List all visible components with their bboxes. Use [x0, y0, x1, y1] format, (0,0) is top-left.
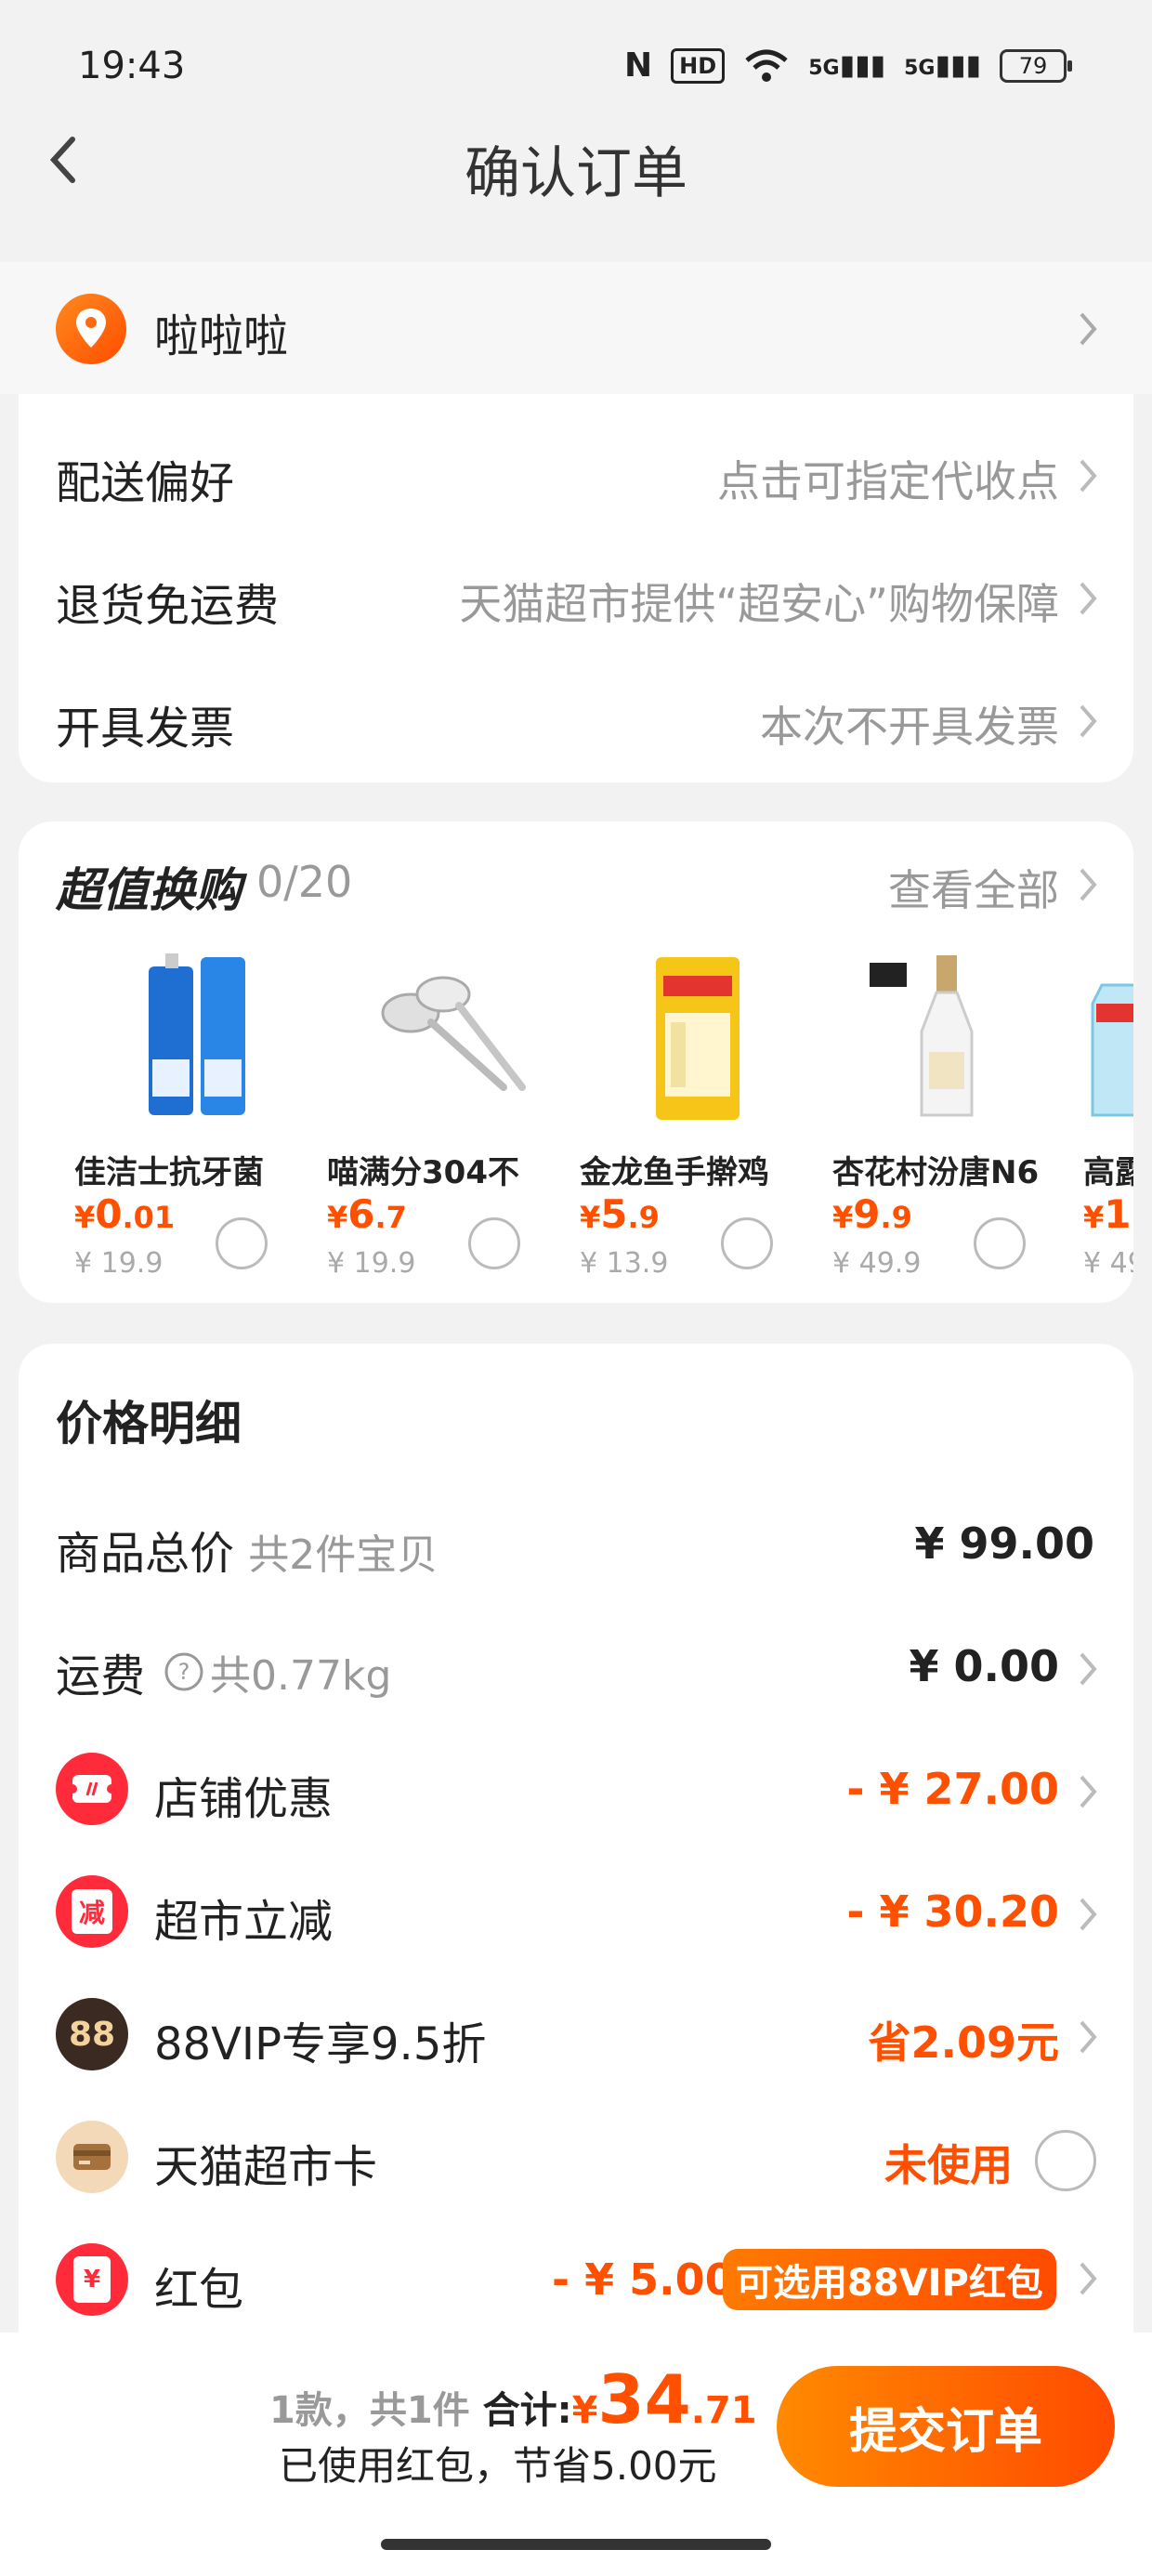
swap-product[interactable]: 佳洁士抗牙菌 ¥0.01 ¥ 19.9 [74, 940, 316, 1303]
chevron-right-icon [1080, 1898, 1097, 1931]
red-packet-icon: ¥ [56, 2243, 128, 2316]
chevron-right-icon [1080, 1775, 1097, 1808]
status-icons: N HD 5G▮▮▮ 5G▮▮▮ 79 [624, 46, 1072, 85]
swap-product[interactable]: 杏花村汾唐N6 ¥9.9 ¥ 49.9 [832, 940, 1074, 1303]
goods-total-label: 商品总价 共2件宝贝 [56, 1528, 439, 1580]
battery-level: 79 [1018, 52, 1048, 79]
select-radio[interactable] [974, 1217, 1026, 1269]
total-label: 合计: [482, 2389, 572, 2432]
market-cut-label: 超市立减 [154, 1896, 334, 1948]
total-symbol: ¥ [571, 2389, 598, 2432]
product-price: ¥6.7 [327, 1191, 407, 1237]
red-packet-value[interactable]: - ¥ 5.00 [552, 2254, 735, 2305]
delivery-pref-value[interactable]: 点击可指定代收点 [717, 448, 1059, 509]
chevron-right-icon [1080, 2262, 1097, 2295]
product-original-price: ¥ 13.9 [580, 1247, 669, 1280]
select-radio[interactable] [468, 1217, 520, 1269]
location-pin-icon [56, 294, 126, 364]
home-indicator[interactable] [381, 2539, 771, 2550]
swap-count: 0/20 [256, 857, 353, 907]
product-name: 杏花村汾唐N6 [832, 1154, 1040, 1191]
freight-label: 运费 ? 共0.77kg [56, 1639, 391, 1704]
market-card-label: 天猫超市卡 [154, 2141, 378, 2193]
swap-view-all[interactable]: 查看全部 [888, 857, 1059, 918]
product-price: ¥5.9 [580, 1191, 660, 1237]
market-cut-icon-text: 减 [72, 1889, 112, 1934]
product-original-price: ¥ 49.9 [832, 1247, 922, 1280]
chevron-right-icon [1080, 312, 1097, 346]
select-radio[interactable] [721, 1217, 773, 1269]
wifi-icon [745, 49, 788, 82]
item-count: 1款，共1件 [269, 2389, 470, 2432]
market-card-radio[interactable] [1035, 2130, 1096, 2191]
product-original-price: ¥ 19.9 [74, 1247, 164, 1280]
address-name: 啦啦啦 [154, 310, 289, 362]
help-icon[interactable]: ? [164, 1651, 204, 1692]
price-detail-title: 价格明细 [56, 1397, 242, 1451]
signal-5g-icon-1: 5G▮▮▮ [808, 49, 886, 82]
liquor-bottle-image [870, 955, 974, 1117]
swap-product[interactable]: 高露 ¥18 ¥ 49 [1083, 940, 1133, 1303]
select-radio[interactable] [216, 1217, 268, 1269]
return-freight-value[interactable]: 天猫超市提供“超安心”购物保障 [459, 571, 1059, 632]
svg-text:?: ? [178, 1659, 190, 1685]
page-title: 确认订单 [465, 141, 687, 206]
product-original-price: ¥ 19.9 [327, 1247, 416, 1280]
market-cut-icon: 减 [56, 1875, 128, 1948]
hd-badge: HD [671, 47, 726, 84]
chevron-right-icon [1080, 459, 1097, 493]
total-int: 34 [597, 2360, 691, 2438]
return-freight-label: 退货免运费 [56, 580, 280, 632]
freight-weight: 共0.77kg [210, 1652, 392, 1700]
card-icon [56, 2121, 128, 2193]
chevron-right-icon [1080, 704, 1097, 738]
nfc-icon: N [624, 46, 653, 85]
product-name: 高露 [1083, 1154, 1133, 1191]
shop-discount-value[interactable]: - ¥ 27.00 [846, 1764, 1059, 1814]
red-packet-label: 红包 [154, 2264, 244, 2316]
goods-count: 共2件宝贝 [248, 1531, 439, 1579]
water-bottle-image [1091, 983, 1133, 1117]
product-price: ¥9.9 [832, 1191, 912, 1237]
delivery-pref-label: 配送偏好 [56, 457, 235, 509]
toothpaste-image [149, 953, 245, 1115]
total-dec: .71 [690, 2389, 757, 2432]
battery-icon: 79 [1000, 48, 1072, 83]
order-total: 1款，共1件 合计: ¥ 34 .71 [269, 2360, 757, 2438]
invoice-label: 开具发票 [56, 703, 235, 755]
swap-title: 超值换购 [56, 863, 242, 917]
spoons-image [381, 976, 526, 1091]
product-original-price: ¥ 49 [1083, 1247, 1133, 1280]
chevron-right-icon [1080, 582, 1097, 615]
market-cut-value[interactable]: - ¥ 30.20 [846, 1886, 1059, 1937]
coupon-icon [56, 1753, 128, 1825]
product-name: 佳洁士抗牙菌 [74, 1154, 264, 1191]
goods-total-value: ¥ 99.00 [914, 1518, 1094, 1569]
vip-88-icon: 88 [56, 1998, 128, 2070]
signal-5g-icon-2: 5G▮▮▮ [904, 49, 981, 82]
freight-value[interactable]: ¥ 0.00 [909, 1641, 1059, 1691]
chevron-right-icon [1080, 868, 1097, 901]
submit-order-button[interactable]: 提交订单 [777, 2366, 1115, 2487]
vip-discount-label: 88VIP专享9.5折 [154, 2018, 487, 2070]
saved-text: 已使用红包，节省5.00元 [279, 2443, 717, 2489]
shop-discount-label: 店铺优惠 [154, 1773, 334, 1825]
chevron-right-icon [1080, 1652, 1097, 1686]
market-card-value: 未使用 [884, 2140, 1013, 2190]
status-time: 19:43 [78, 45, 186, 87]
vip-red-packet-tag[interactable]: 可选用88VIP红包 [723, 2249, 1056, 2310]
product-price: ¥18 [1083, 1191, 1133, 1237]
swap-product[interactable]: 喵满分304不 ¥6.7 ¥ 19.9 [327, 940, 569, 1303]
product-price: ¥0.01 [74, 1191, 176, 1237]
product-name: 金龙鱼手擀鸡 [580, 1154, 769, 1191]
vip-discount-value[interactable]: 省2.09元 [869, 2009, 1060, 2070]
product-name: 喵满分304不 [327, 1154, 519, 1191]
noodles-image [656, 957, 740, 1120]
invoice-value[interactable]: 本次不开具发票 [760, 693, 1059, 755]
swap-product-strip: 佳洁士抗牙菌 ¥0.01 ¥ 19.9 喵满分304不 ¥6.7 ¥ 19.9 … [19, 940, 1133, 1303]
red-packet-icon-text: ¥ [73, 2256, 111, 2303]
chevron-right-icon [1080, 2020, 1097, 2054]
swap-product[interactable]: 金龙鱼手擀鸡 ¥5.9 ¥ 13.9 [580, 940, 821, 1303]
